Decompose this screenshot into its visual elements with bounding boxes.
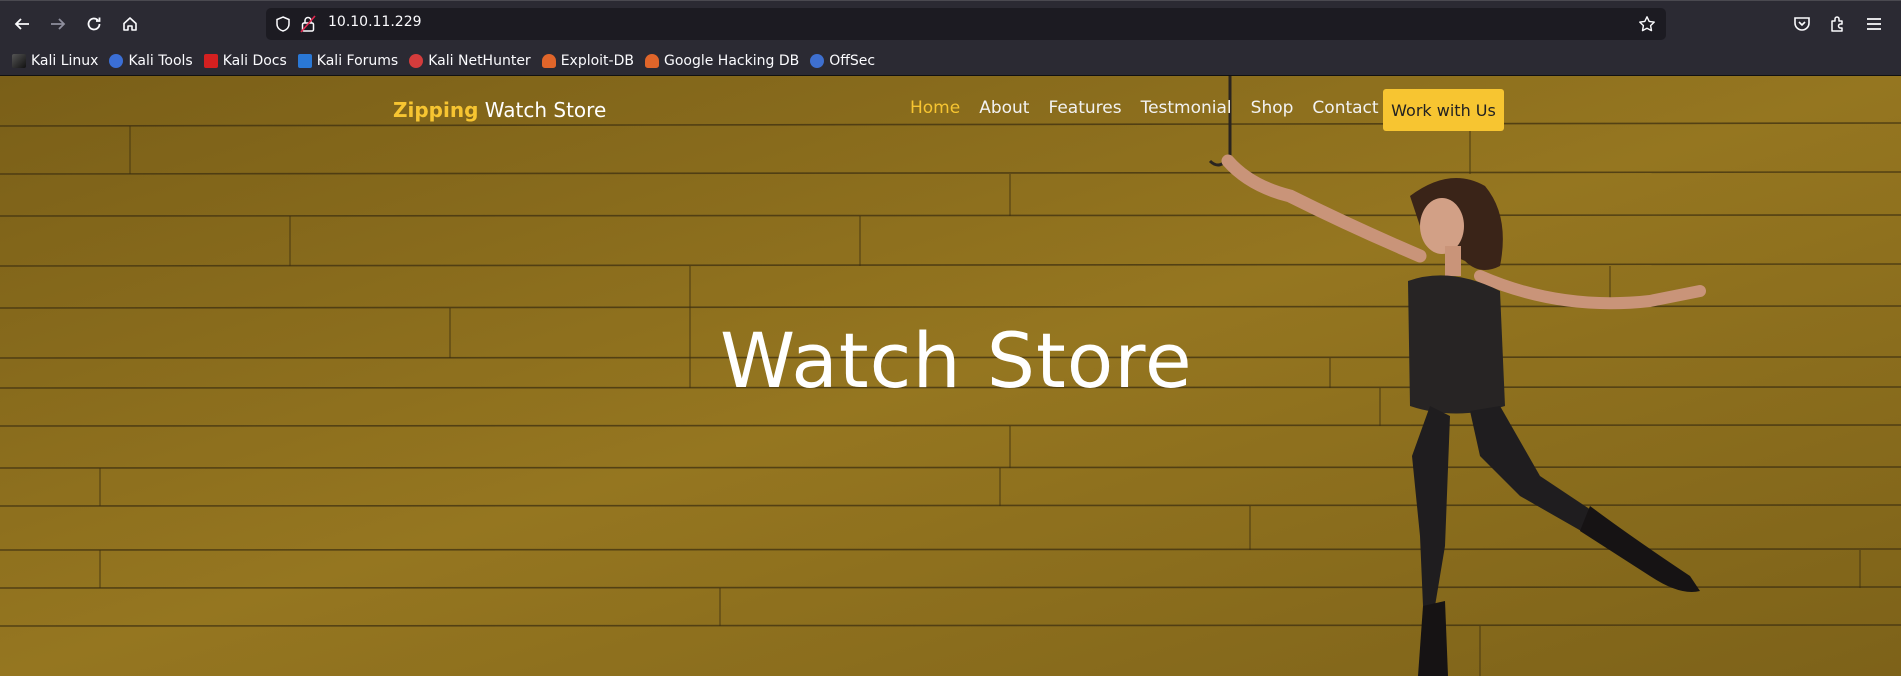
nav-features[interactable]: Features [1048,98,1121,118]
extensions-icon[interactable] [1828,14,1848,34]
menu-hamburger-icon[interactable] [1864,14,1884,34]
reload-button[interactable] [81,11,107,37]
brand-name: Watch Store [478,98,607,122]
home-button[interactable] [117,11,143,37]
bookmarks-toolbar: Kali Linux Kali Tools Kali Docs Kali For… [0,46,1901,76]
nav-home[interactable]: Home [910,98,960,118]
forward-arrow-icon [51,18,66,30]
browser-toolbar: 10.10.11.229 [0,0,1901,46]
bookmark-label: Kali Forums [316,52,399,69]
forward-button[interactable] [45,11,71,37]
bookmark-label: OffSec [829,52,876,69]
site-logo[interactable]: Zipping Watch Store [393,98,606,122]
lock-icon[interactable] [300,15,316,33]
kali-dragon-icon [12,53,26,68]
bookmark-label: Exploit-DB [560,52,634,69]
bookmark-label: Kali Tools [128,52,193,69]
bookmark-kali-linux[interactable]: Kali Linux [12,53,98,69]
bookmark-label: Google Hacking DB [663,52,800,69]
hero-title: Watch Store [720,316,1193,405]
bookmark-label: Kali Docs [222,52,287,69]
bookmark-google-hacking-db[interactable]: Google Hacking DB [644,52,800,69]
kali-docs-icon [203,53,218,68]
ghdb-icon [644,53,659,68]
hero-section: Zipping Watch Store Home About Features … [0,76,1901,676]
bookmark-kali-tools[interactable]: Kali Tools [109,52,193,69]
exploit-db-icon [541,53,556,68]
nav-contact[interactable]: Contact [1312,98,1378,118]
bookmark-exploit-db[interactable]: Exploit-DB [541,52,634,69]
bookmark-star-icon[interactable] [1638,15,1656,33]
address-bar[interactable]: 10.10.11.229 [266,8,1666,40]
home-icon [123,17,137,31]
nav-testmonial[interactable]: Testmonial [1141,98,1232,118]
pocket-icon[interactable] [1792,14,1812,34]
site-navbar: Zipping Watch Store Home About Features … [0,76,1901,146]
bookmark-kali-forums[interactable]: Kali Forums [297,52,399,69]
back-button[interactable] [9,11,35,37]
reload-icon [87,17,101,31]
bookmark-kali-docs[interactable]: Kali Docs [203,52,287,69]
back-arrow-icon [14,18,29,30]
bookmark-label: Kali NetHunter [428,52,531,69]
brand-accent: Zipping [393,98,479,122]
offsec-icon [810,53,825,68]
work-with-us-button[interactable]: Work with Us [1383,89,1504,131]
bookmark-kali-nethunter[interactable]: Kali NetHunter [409,52,531,69]
kali-forums-icon [297,53,312,68]
main-menu: Home About Features Testmonial Shop Cont… [910,98,1398,118]
kali-tools-icon [109,53,124,68]
url-text[interactable]: 10.10.11.229 [328,14,422,30]
nav-shop[interactable]: Shop [1251,98,1294,118]
woman-with-umbrella-image [1208,76,1706,676]
nav-about[interactable]: About [979,98,1029,118]
bookmark-label: Kali Linux [31,52,99,69]
kali-nethunter-icon [409,53,424,68]
bookmark-offsec[interactable]: OffSec [810,53,875,69]
shield-icon[interactable] [274,15,292,33]
